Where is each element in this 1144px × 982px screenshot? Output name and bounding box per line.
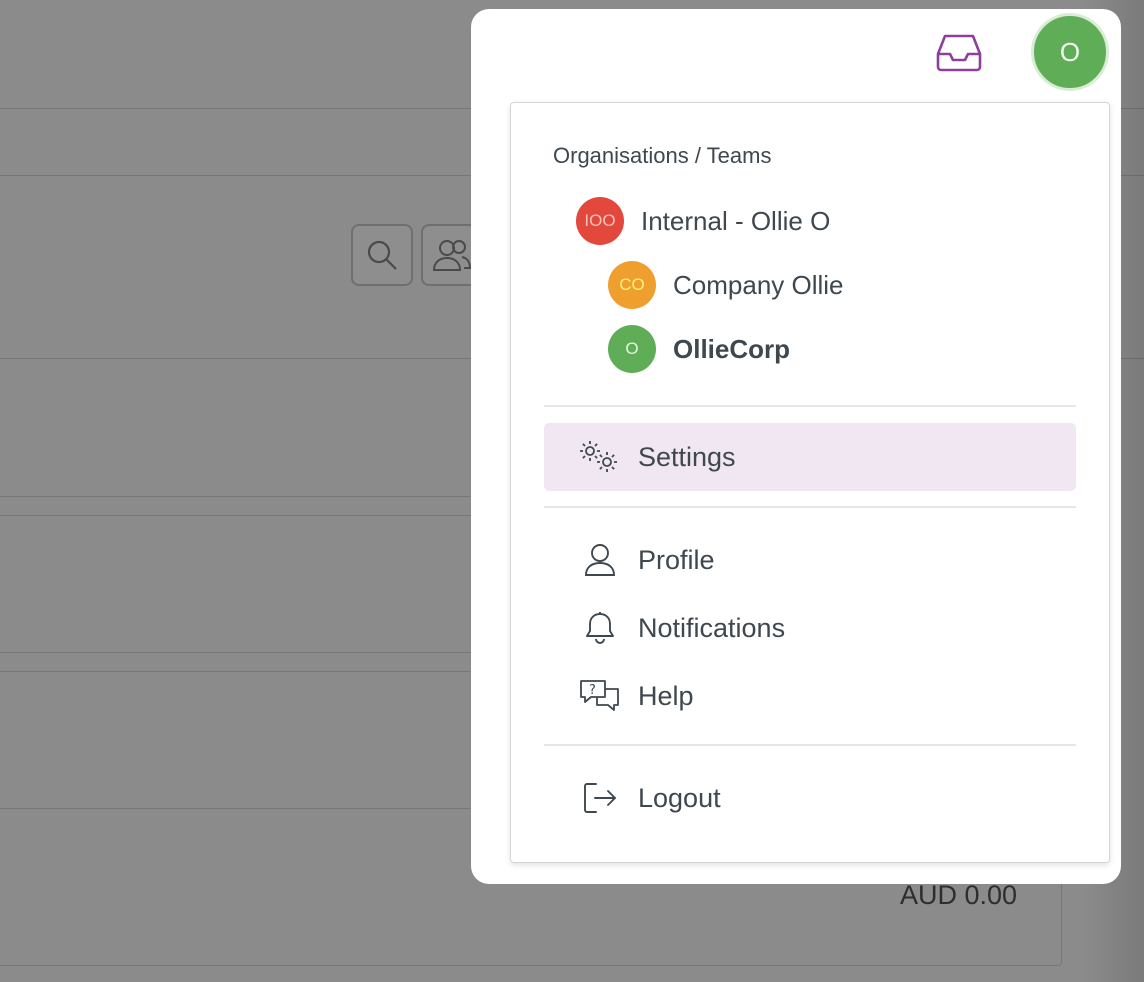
menu-divider — [544, 405, 1076, 407]
menu-item-label: Help — [638, 680, 694, 711]
account-dropdown-menu: Organisations / Teams IOO Internal - Oll… — [510, 102, 1110, 863]
org-item-company-ollie[interactable]: CO Company Ollie — [608, 261, 844, 309]
menu-divider — [544, 506, 1076, 508]
org-item-internal[interactable]: IOO Internal - Ollie O — [576, 197, 830, 245]
org-name: Internal - Ollie O — [641, 205, 831, 236]
amount-total: AUD 0.00 — [900, 880, 1018, 910]
inbox-button[interactable] — [935, 31, 983, 75]
user-avatar-button[interactable]: O — [1031, 13, 1109, 91]
org-avatar-initials: CO — [619, 275, 645, 294]
menu-item-label: Logout — [638, 782, 721, 813]
menu-item-settings[interactable]: Settings — [544, 423, 1076, 491]
users-icon — [432, 240, 472, 271]
user-icon — [578, 540, 622, 580]
inbox-icon — [936, 34, 982, 72]
menu-item-profile[interactable]: Profile — [544, 526, 1076, 594]
menu-divider — [544, 744, 1076, 746]
organisations-heading: Organisations / Teams — [553, 143, 772, 168]
menu-item-notifications[interactable]: Notifications — [544, 594, 1076, 662]
menu-item-logout[interactable]: Logout — [544, 764, 1076, 832]
org-avatar: IOO — [576, 197, 624, 245]
chat-question-icon: ? — [578, 676, 622, 716]
background-search-button — [351, 224, 413, 286]
menu-item-help[interactable]: ? Help — [544, 662, 1076, 730]
org-avatar-initials: O — [625, 339, 639, 358]
org-avatar-initials: IOO — [584, 211, 616, 230]
org-avatar: CO — [608, 261, 656, 309]
bell-icon — [578, 608, 622, 648]
org-name: OllieCorp — [673, 333, 791, 364]
search-icon — [367, 240, 397, 270]
gears-icon — [578, 437, 622, 477]
logout-icon — [578, 778, 622, 818]
org-name: Company Ollie — [673, 269, 844, 300]
menu-item-label: Notifications — [638, 612, 786, 643]
menu-item-label: Settings — [638, 441, 736, 472]
user-avatar-initial: O — [1059, 36, 1081, 67]
org-item-olliecorp[interactable]: O OllieCorp — [608, 325, 790, 373]
svg-text:?: ? — [589, 683, 596, 698]
org-avatar: O — [608, 325, 656, 373]
menu-item-label: Profile — [638, 544, 715, 575]
